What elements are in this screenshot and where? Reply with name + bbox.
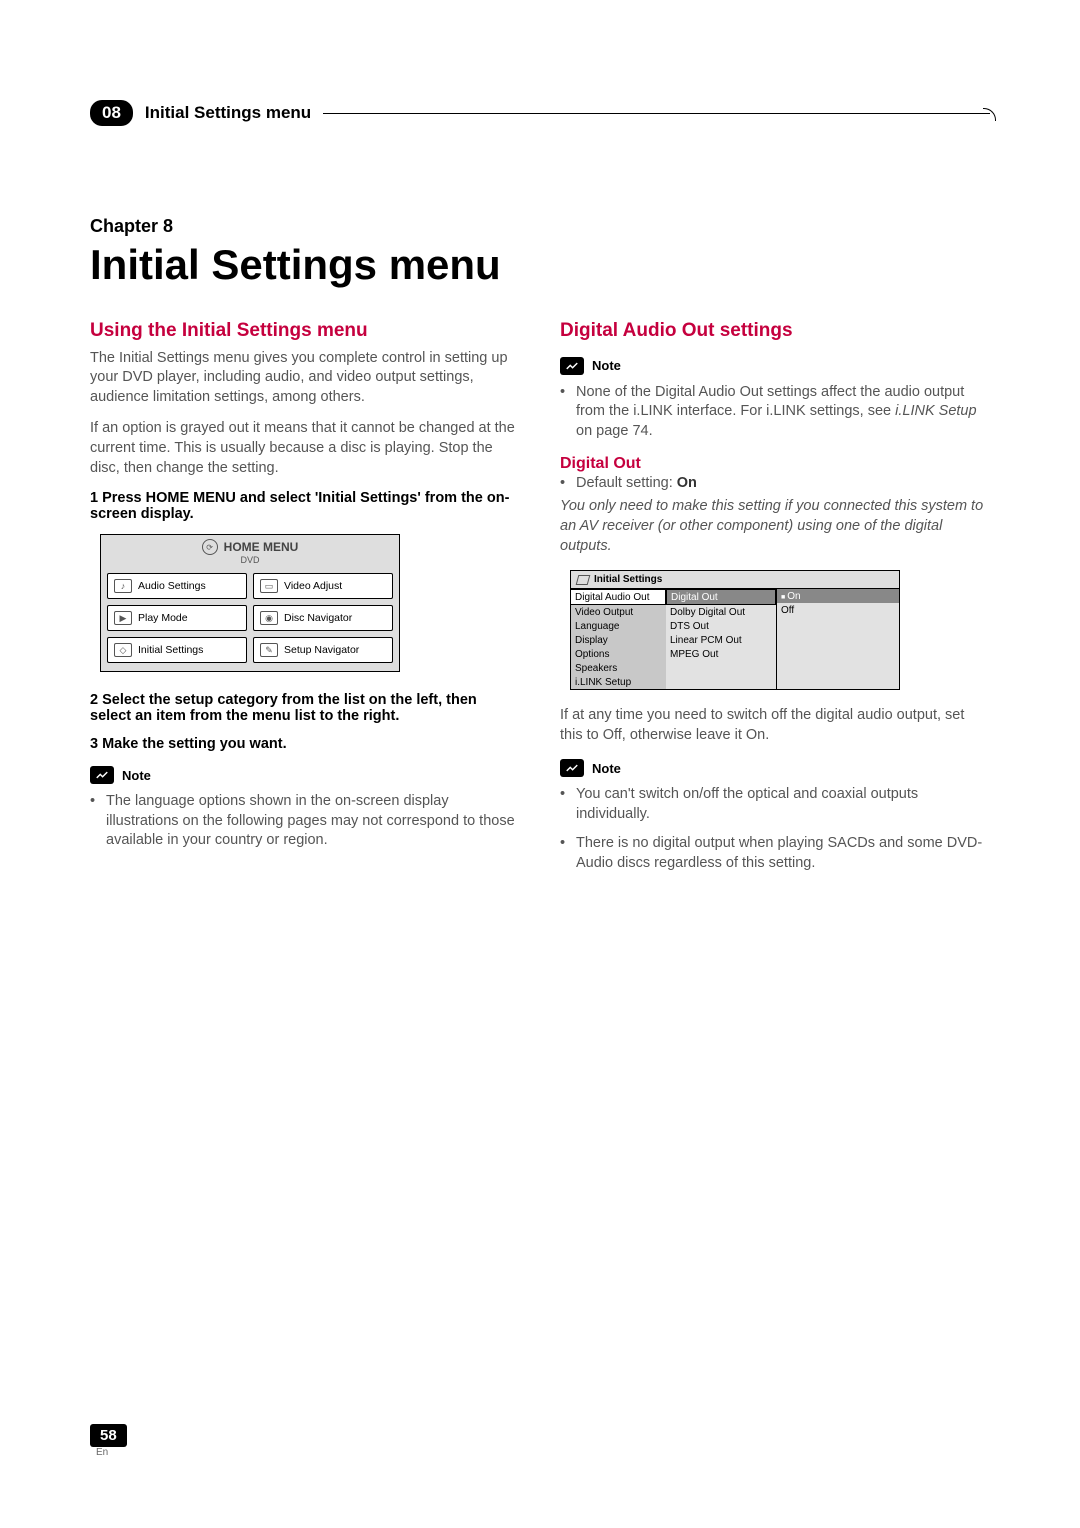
note-bullets: You can't switch on/off the optical and … [560, 785, 990, 873]
default-value: On [677, 475, 697, 491]
note-header: Note [90, 766, 520, 784]
home-menu-item-setup-navigator: ✎ Setup Navigator [253, 637, 393, 663]
note-bullet: None of the Digital Audio Out settings a… [560, 383, 990, 442]
settings-mid-item: Linear PCM Out [666, 633, 776, 647]
play-mode-icon: ▶ [114, 611, 132, 625]
settings-left-item: Video Output [571, 605, 666, 619]
home-menu-illustration: ⟳ HOME MENU DVD ♪ Audio Settings ▭ Video… [100, 534, 400, 672]
section-heading-digital-audio: Digital Audio Out settings [560, 319, 990, 343]
header-row: 08 Initial Settings menu [90, 100, 990, 126]
settings-right-item: Off [777, 603, 899, 617]
video-adjust-icon: ▭ [260, 579, 278, 593]
note-header: Note [560, 357, 990, 375]
home-menu-item-play-mode: ▶ Play Mode [107, 605, 247, 631]
step-1: 1 Press HOME MENU and select 'Initial Se… [90, 490, 520, 522]
section-number-badge: 08 [90, 100, 133, 126]
page-number: 58 [90, 1424, 127, 1447]
default-prefix: Default setting: [576, 475, 677, 491]
home-menu-title: HOME MENU [224, 540, 299, 554]
initial-settings-illustration: Initial Settings Digital Audio Out Video… [570, 570, 900, 690]
note-icon [90, 766, 114, 784]
home-menu-item-initial-settings: ◇ Initial Settings [107, 637, 247, 663]
home-menu-item-disc-navigator: ◉ Disc Navigator [253, 605, 393, 631]
note-header: Note [560, 759, 990, 777]
left-column: Using the Initial Settings menu The Init… [90, 319, 520, 884]
note-icon [560, 759, 584, 777]
note-bullets: The language options shown in the on-scr… [90, 792, 520, 851]
step-3: 3 Make the setting you want. [90, 736, 520, 752]
home-menu-icon: ⟳ [202, 539, 218, 555]
settings-left-item: Digital Audio Out [571, 589, 666, 605]
italic-description: You only need to make this setting if yo… [560, 497, 990, 556]
home-menu-item-label: Disc Navigator [284, 612, 352, 624]
tag-icon [576, 575, 591, 585]
home-menu-item-label: Play Mode [138, 612, 188, 624]
home-menu-item-label: Audio Settings [138, 580, 206, 592]
body-paragraph: If at any time you need to switch off th… [560, 706, 990, 745]
settings-mid-item: Digital Out [666, 589, 776, 605]
settings-left-item: Display [571, 633, 666, 647]
settings-mock-left-pane: Digital Audio Out Video Output Language … [571, 588, 666, 689]
body-paragraph: If an option is grayed out it means that… [90, 419, 520, 478]
settings-left-item: Language [571, 619, 666, 633]
chapter-title: Initial Settings menu [90, 241, 990, 289]
settings-left-item: i.LINK Setup [571, 675, 666, 689]
settings-mid-item: DTS Out [666, 619, 776, 633]
initial-settings-icon: ◇ [114, 643, 132, 657]
home-menu-item-label: Setup Navigator [284, 644, 359, 656]
section-heading-using: Using the Initial Settings menu [90, 319, 520, 343]
home-menu-header: ⟳ HOME MENU [101, 535, 399, 555]
right-column: Digital Audio Out settings Note None of … [560, 319, 990, 884]
header-divider [323, 113, 990, 114]
body-paragraph: The Initial Settings menu gives you comp… [90, 349, 520, 408]
chapter-label: Chapter 8 [90, 216, 990, 237]
disc-navigator-icon: ◉ [260, 611, 278, 625]
note-label: Note [122, 768, 151, 783]
note-bullet: The language options shown in the on-scr… [90, 792, 520, 851]
note-icon [560, 357, 584, 375]
settings-mock-right-pane: On Off [776, 588, 899, 689]
settings-mock-mid-pane: Digital Out Dolby Digital Out DTS Out Li… [666, 588, 776, 689]
page-footer: 58 En [90, 1424, 127, 1458]
home-menu-subtitle: DVD [101, 555, 399, 565]
settings-mock-header: Initial Settings [571, 571, 899, 588]
settings-mid-item: MPEG Out [666, 647, 776, 661]
settings-right-item: On [777, 589, 899, 603]
home-menu-item-label: Initial Settings [138, 644, 203, 656]
note-bullet: There is no digital output when playing … [560, 834, 990, 873]
settings-mock-title: Initial Settings [594, 574, 662, 585]
settings-left-item: Speakers [571, 661, 666, 675]
settings-mid-item: Dolby Digital Out [666, 605, 776, 619]
note-label: Note [592, 761, 621, 776]
default-setting-line: Default setting: On [560, 475, 990, 491]
audio-settings-icon: ♪ [114, 579, 132, 593]
note-text: on page 74. [576, 423, 653, 439]
section-title: Initial Settings menu [145, 103, 311, 123]
settings-left-item: Options [571, 647, 666, 661]
subsection-heading-digital-out: Digital Out [560, 455, 990, 473]
home-menu-item-audio-settings: ♪ Audio Settings [107, 573, 247, 599]
setup-navigator-icon: ✎ [260, 643, 278, 657]
step-2: 2 Select the setup category from the lis… [90, 692, 520, 724]
page-lang: En [90, 1447, 127, 1458]
note-bullet: You can't switch on/off the optical and … [560, 785, 990, 824]
note-label: Note [592, 358, 621, 373]
note-bullets: None of the Digital Audio Out settings a… [560, 383, 990, 442]
note-italic: i.LINK Setup [895, 403, 976, 419]
home-menu-item-video-adjust: ▭ Video Adjust [253, 573, 393, 599]
home-menu-item-label: Video Adjust [284, 580, 342, 592]
